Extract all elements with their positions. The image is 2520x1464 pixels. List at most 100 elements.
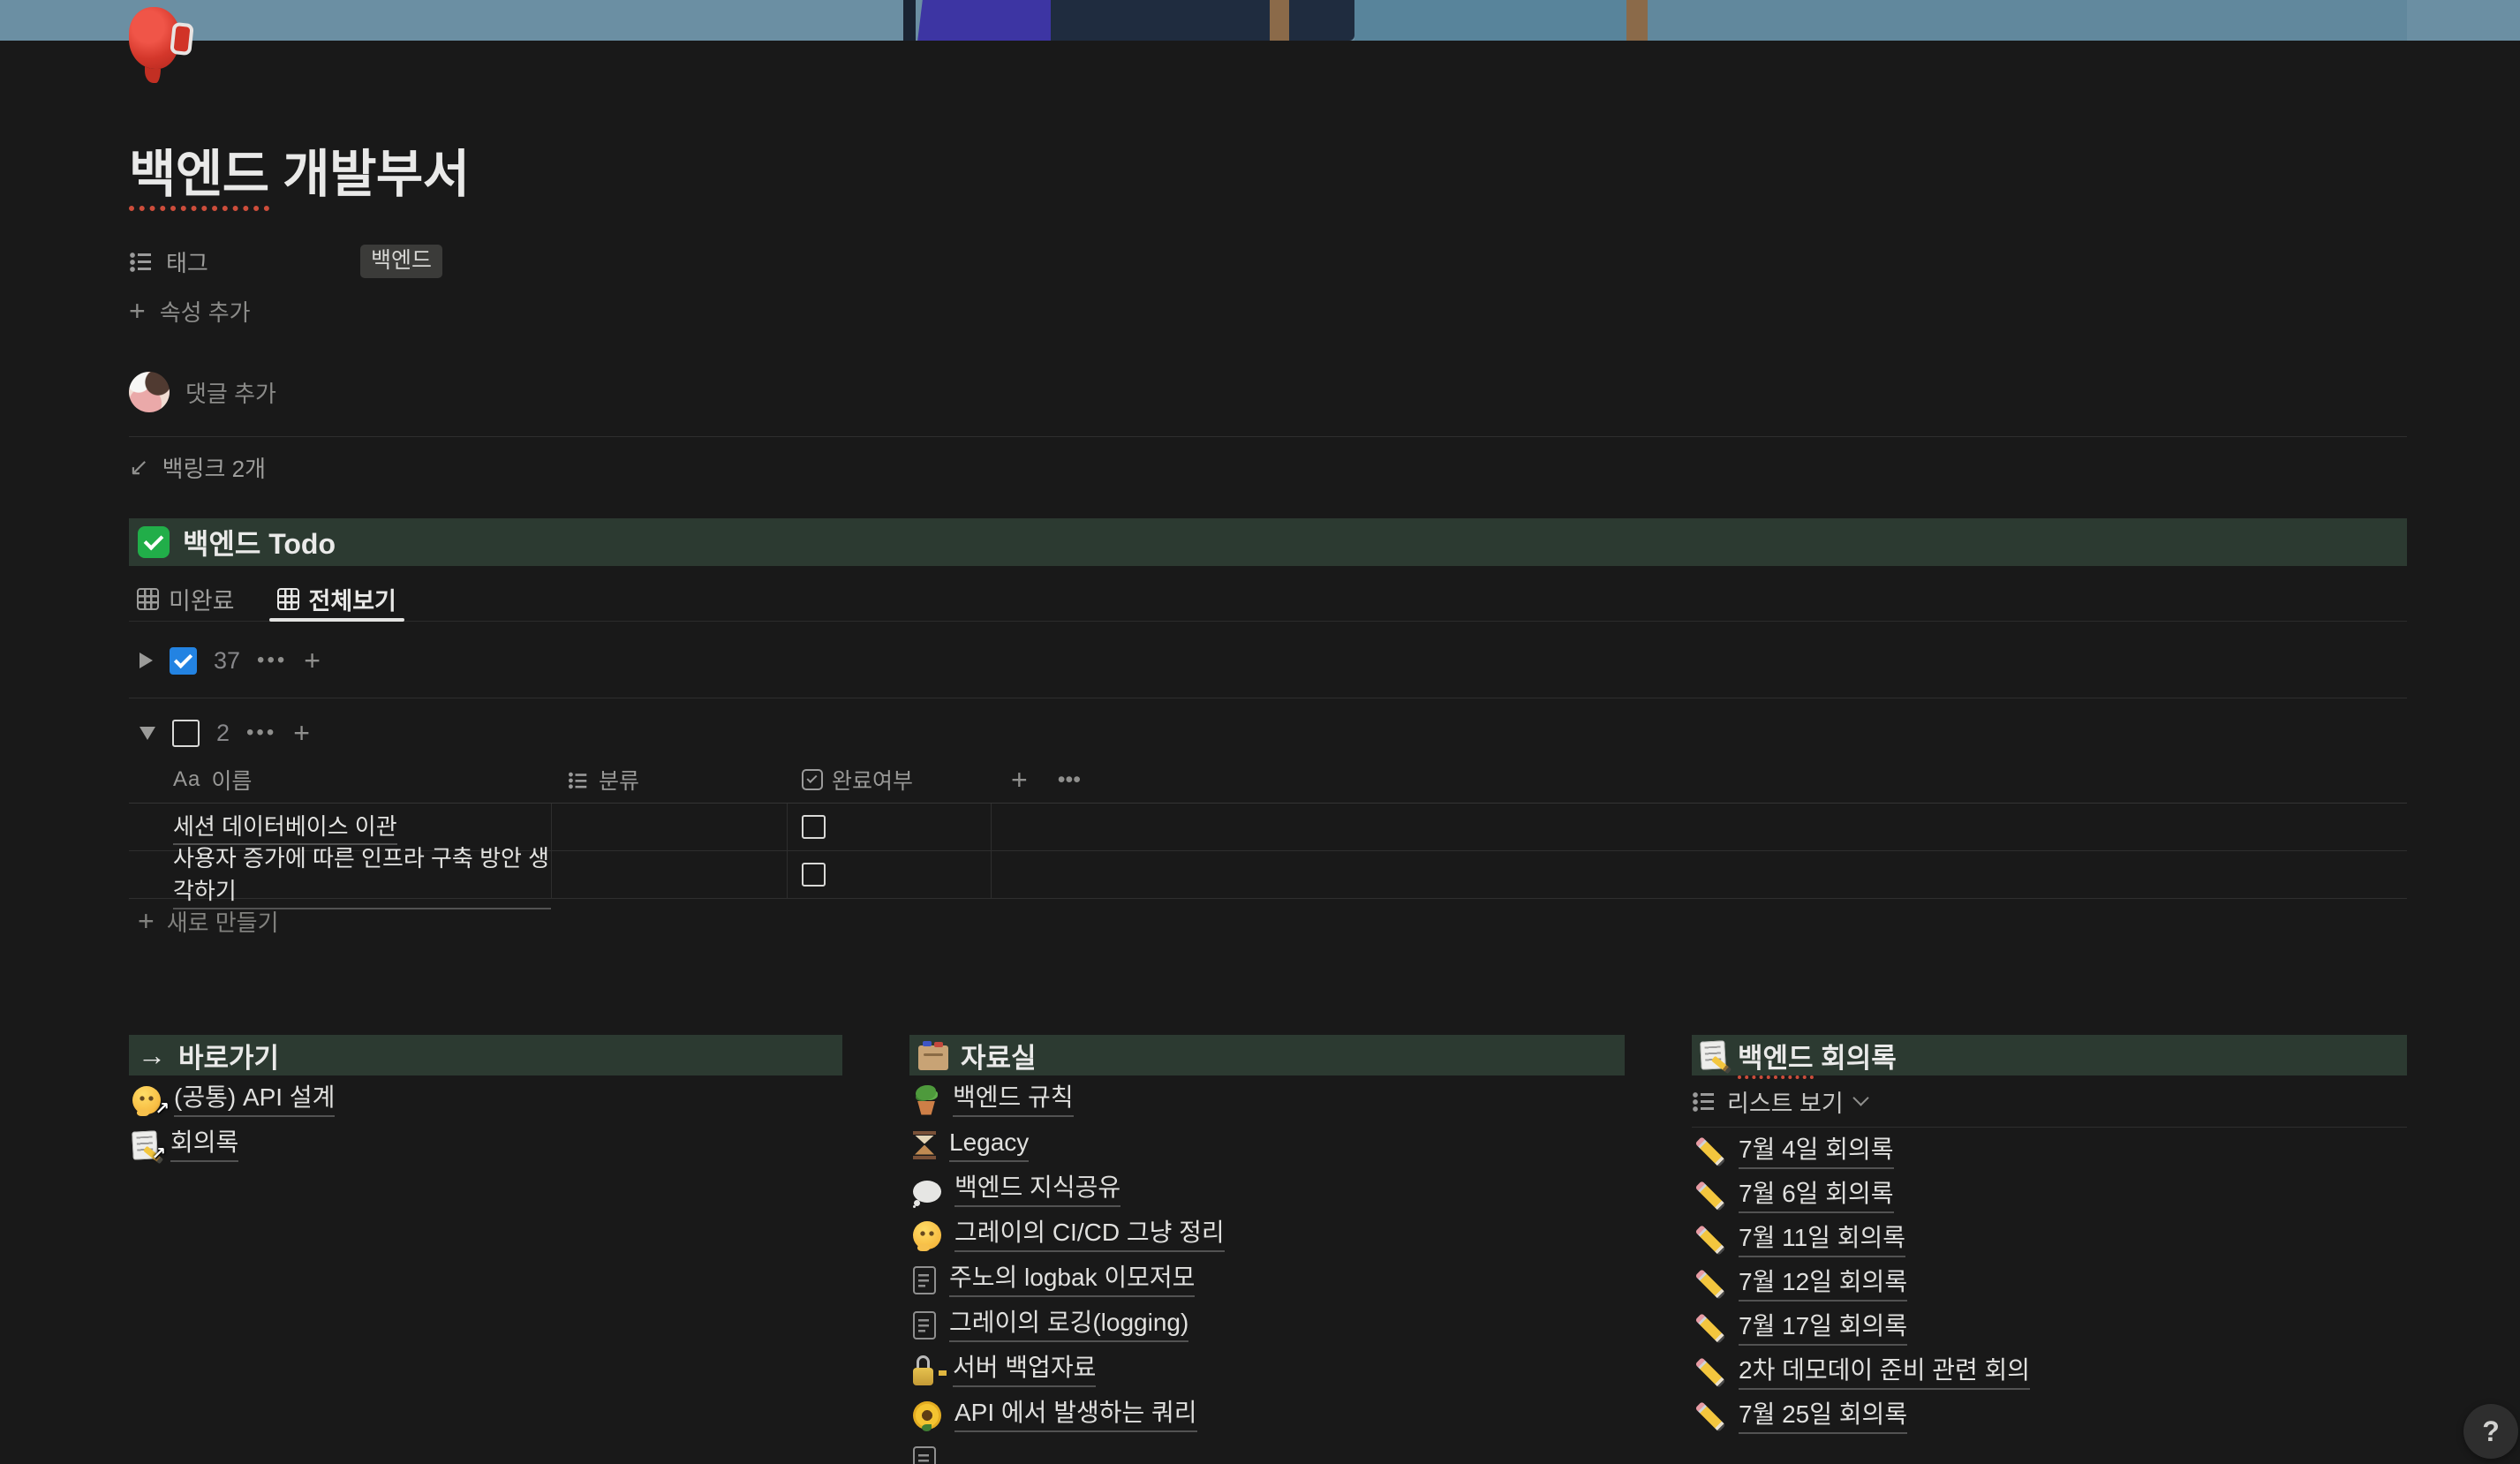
cell-done[interactable] <box>788 804 992 850</box>
comment-input-row[interactable]: 댓글 추가 <box>129 369 2407 415</box>
page-link-item[interactable] <box>909 1438 1625 1464</box>
page-link-label: 그레이의 로깅(logging) <box>949 1308 1188 1342</box>
column-header-category[interactable]: 분류 <box>552 764 788 796</box>
view-tab[interactable]: 미완료 <box>129 577 243 621</box>
page-link-label: 7월 6일 회의록 <box>1739 1179 1894 1213</box>
toggle-expanded-icon[interactable] <box>140 727 155 740</box>
table-options-icon[interactable]: ••• <box>1058 767 1081 793</box>
page-link-item[interactable]: ↗ (공통) API 설계 <box>129 1077 842 1122</box>
page-link-item[interactable]: 2차 데모데이 준비 관련 회의 <box>1692 1350 2407 1394</box>
page-link-item[interactable]: 7월 6일 회의록 <box>1692 1173 2407 1218</box>
backlinks-label: 백링크 2개 <box>162 451 266 484</box>
page-emoji-icon <box>1695 1357 1725 1387</box>
table-header-actions: + ••• <box>992 767 2407 793</box>
page-link-item[interactable]: 7월 25일 회의록 <box>1692 1394 2407 1438</box>
library-heading[interactable]: 자료실 <box>909 1035 1625 1075</box>
group-checkbox-unchecked[interactable] <box>172 720 200 747</box>
page-link-label: API 에서 발생하는 쿼리 <box>954 1398 1197 1432</box>
add-row-icon[interactable]: + <box>304 652 321 669</box>
add-property-button[interactable]: + 속성 추가 <box>129 293 2407 328</box>
page-link-item[interactable]: 서버 백업자료 <box>909 1347 1625 1392</box>
page-emoji-icon <box>913 1401 941 1430</box>
backlinks-section: ↙ 백링크 2개 <box>129 436 2407 485</box>
cell-name[interactable]: 사용자 증가에 따른 인프라 구축 방안 생각하기 <box>129 851 552 898</box>
add-property-label: 속성 추가 <box>160 295 251 328</box>
page-link-label: 7월 17일 회의록 <box>1739 1311 1907 1346</box>
page-link-icon-wrap <box>1695 1401 1725 1431</box>
page-link-icon-wrap <box>1695 1269 1725 1299</box>
group-checkbox-checked[interactable] <box>170 647 197 675</box>
page-link-item[interactable]: 그레이의 로깅(logging) <box>909 1302 1625 1347</box>
minutes-heading[interactable]: 백엔드 회의록 <box>1692 1035 2407 1075</box>
link-arrow-overlay-icon: ↗ <box>155 1098 170 1120</box>
page-link-label: 회의록 <box>170 1128 238 1162</box>
cell-category[interactable] <box>552 851 788 898</box>
page-link-item[interactable]: 그레이의 CI/CD 그냥 정리 <box>909 1212 1625 1257</box>
page-link-item[interactable]: Legacy <box>909 1122 1625 1167</box>
page-link-item[interactable]: ↗ 회의록 <box>129 1122 842 1167</box>
page-link-item[interactable]: 주노의 logbak 이모저모 <box>909 1257 1625 1302</box>
text-type-icon: Aa <box>173 767 200 792</box>
page-link-item[interactable]: 7월 11일 회의록 <box>1692 1218 2407 1262</box>
row-checkbox-unchecked[interactable] <box>802 863 826 887</box>
todo-heading[interactable]: 백엔드 Todo <box>129 518 2407 566</box>
backlinks-toggle[interactable]: ↙ 백링크 2개 <box>129 449 2407 485</box>
page-link-item[interactable]: 백엔드 규칙 <box>909 1077 1625 1122</box>
bulleted-list-icon <box>568 770 588 790</box>
arrow-down-left-icon: ↙ <box>129 454 149 481</box>
library-heading-label: 자료실 <box>961 1036 1037 1075</box>
shortcuts-heading[interactable]: → 바로가기 <box>129 1035 842 1075</box>
tag-chip[interactable]: 백엔드 <box>360 245 442 278</box>
view-tab-label: 미완료 <box>169 582 235 616</box>
todo-group-checked: 37 ••• + <box>129 636 2407 685</box>
help-button[interactable]: ? <box>2463 1404 2518 1459</box>
column-header-done[interactable]: 완료여부 <box>788 764 992 796</box>
page-link-item[interactable]: 7월 4일 회의록 <box>1692 1129 2407 1173</box>
page-link-item[interactable]: 7월 17일 회의록 <box>1692 1306 2407 1350</box>
column-library: 자료실 백엔드 규칙 <box>909 1035 1625 1464</box>
page-emoji-icon <box>913 1131 936 1159</box>
table-header-row: Aa 이름 분류 완료여부 + ••• <box>129 757 2407 804</box>
page-emoji-icon <box>1695 1136 1725 1166</box>
page-link-icon-wrap <box>913 1311 936 1339</box>
page-link-label: 7월 12일 회의록 <box>1739 1267 1907 1302</box>
property-row-tags[interactable]: 태그 백엔드 <box>129 244 2407 279</box>
page-emoji-icon <box>913 1221 941 1249</box>
page-link-label: 2차 데모데이 준비 관련 회의 <box>1739 1355 2030 1390</box>
page-link-icon-wrap <box>1695 1225 1725 1255</box>
view-tab-label: 전체보기 <box>309 582 396 616</box>
add-row-icon[interactable]: + <box>293 724 310 742</box>
new-row-label: 새로 만들기 <box>167 905 279 938</box>
column-header-name[interactable]: Aa 이름 <box>129 764 552 796</box>
page-link-icon-wrap <box>913 1221 941 1249</box>
page-link-label: 그레이의 CI/CD 그냥 정리 <box>954 1218 1225 1252</box>
page-emoji-icon <box>913 1311 936 1339</box>
page-link-item[interactable]: API 에서 발생하는 쿼리 <box>909 1392 1625 1438</box>
toggle-collapsed-icon[interactable] <box>140 653 153 668</box>
property-key: 태그 <box>129 245 360 278</box>
page-link-icon-wrap <box>913 1266 936 1294</box>
minutes-heading-word: 백엔드 <box>1738 1043 1814 1079</box>
page-link-label: (공통) API 설계 <box>174 1083 335 1117</box>
column-minutes: 백엔드 회의록 리스트 보기 7월 4일 회의록 <box>1692 1035 2407 1464</box>
column-label: 완료여부 <box>832 764 913 796</box>
cell-category[interactable] <box>552 804 788 850</box>
page-title[interactable]: 백엔드 개발부서 <box>129 0 2407 205</box>
notion-page: 백엔드 개발부서 태그 백엔드 + 속성 추가 댓글 추가 ↙ 백링크 2개 <box>0 0 2520 1464</box>
column-label: 이름 <box>211 764 252 796</box>
row-title-link[interactable]: 사용자 증가에 따른 인프라 구축 방안 생각하기 <box>173 841 551 909</box>
page-emoji-icon <box>913 1266 936 1294</box>
more-options-icon[interactable]: ••• <box>257 648 287 673</box>
row-checkbox-unchecked[interactable] <box>802 815 826 839</box>
cell-done[interactable] <box>788 851 992 898</box>
page-emoji-icon <box>913 1181 941 1203</box>
page-link-item[interactable]: 7월 12일 회의록 <box>1692 1262 2407 1306</box>
todo-group-unchecked: 2 ••• + <box>129 709 2407 757</box>
page-link-item[interactable]: 백엔드 지식공유 <box>909 1167 1625 1212</box>
page-content: 백엔드 개발부서 태그 백엔드 + 속성 추가 댓글 추가 ↙ 백링크 2개 <box>129 0 2407 1464</box>
view-selector[interactable]: 리스트 보기 <box>1692 1075 2407 1127</box>
column-shortcuts: → 바로가기 ↗ (공통) API 설계 <box>129 1035 842 1464</box>
add-column-icon[interactable]: + <box>1011 771 1028 789</box>
more-options-icon[interactable]: ••• <box>246 721 276 745</box>
view-tab[interactable]: 전체보기 <box>269 577 404 621</box>
